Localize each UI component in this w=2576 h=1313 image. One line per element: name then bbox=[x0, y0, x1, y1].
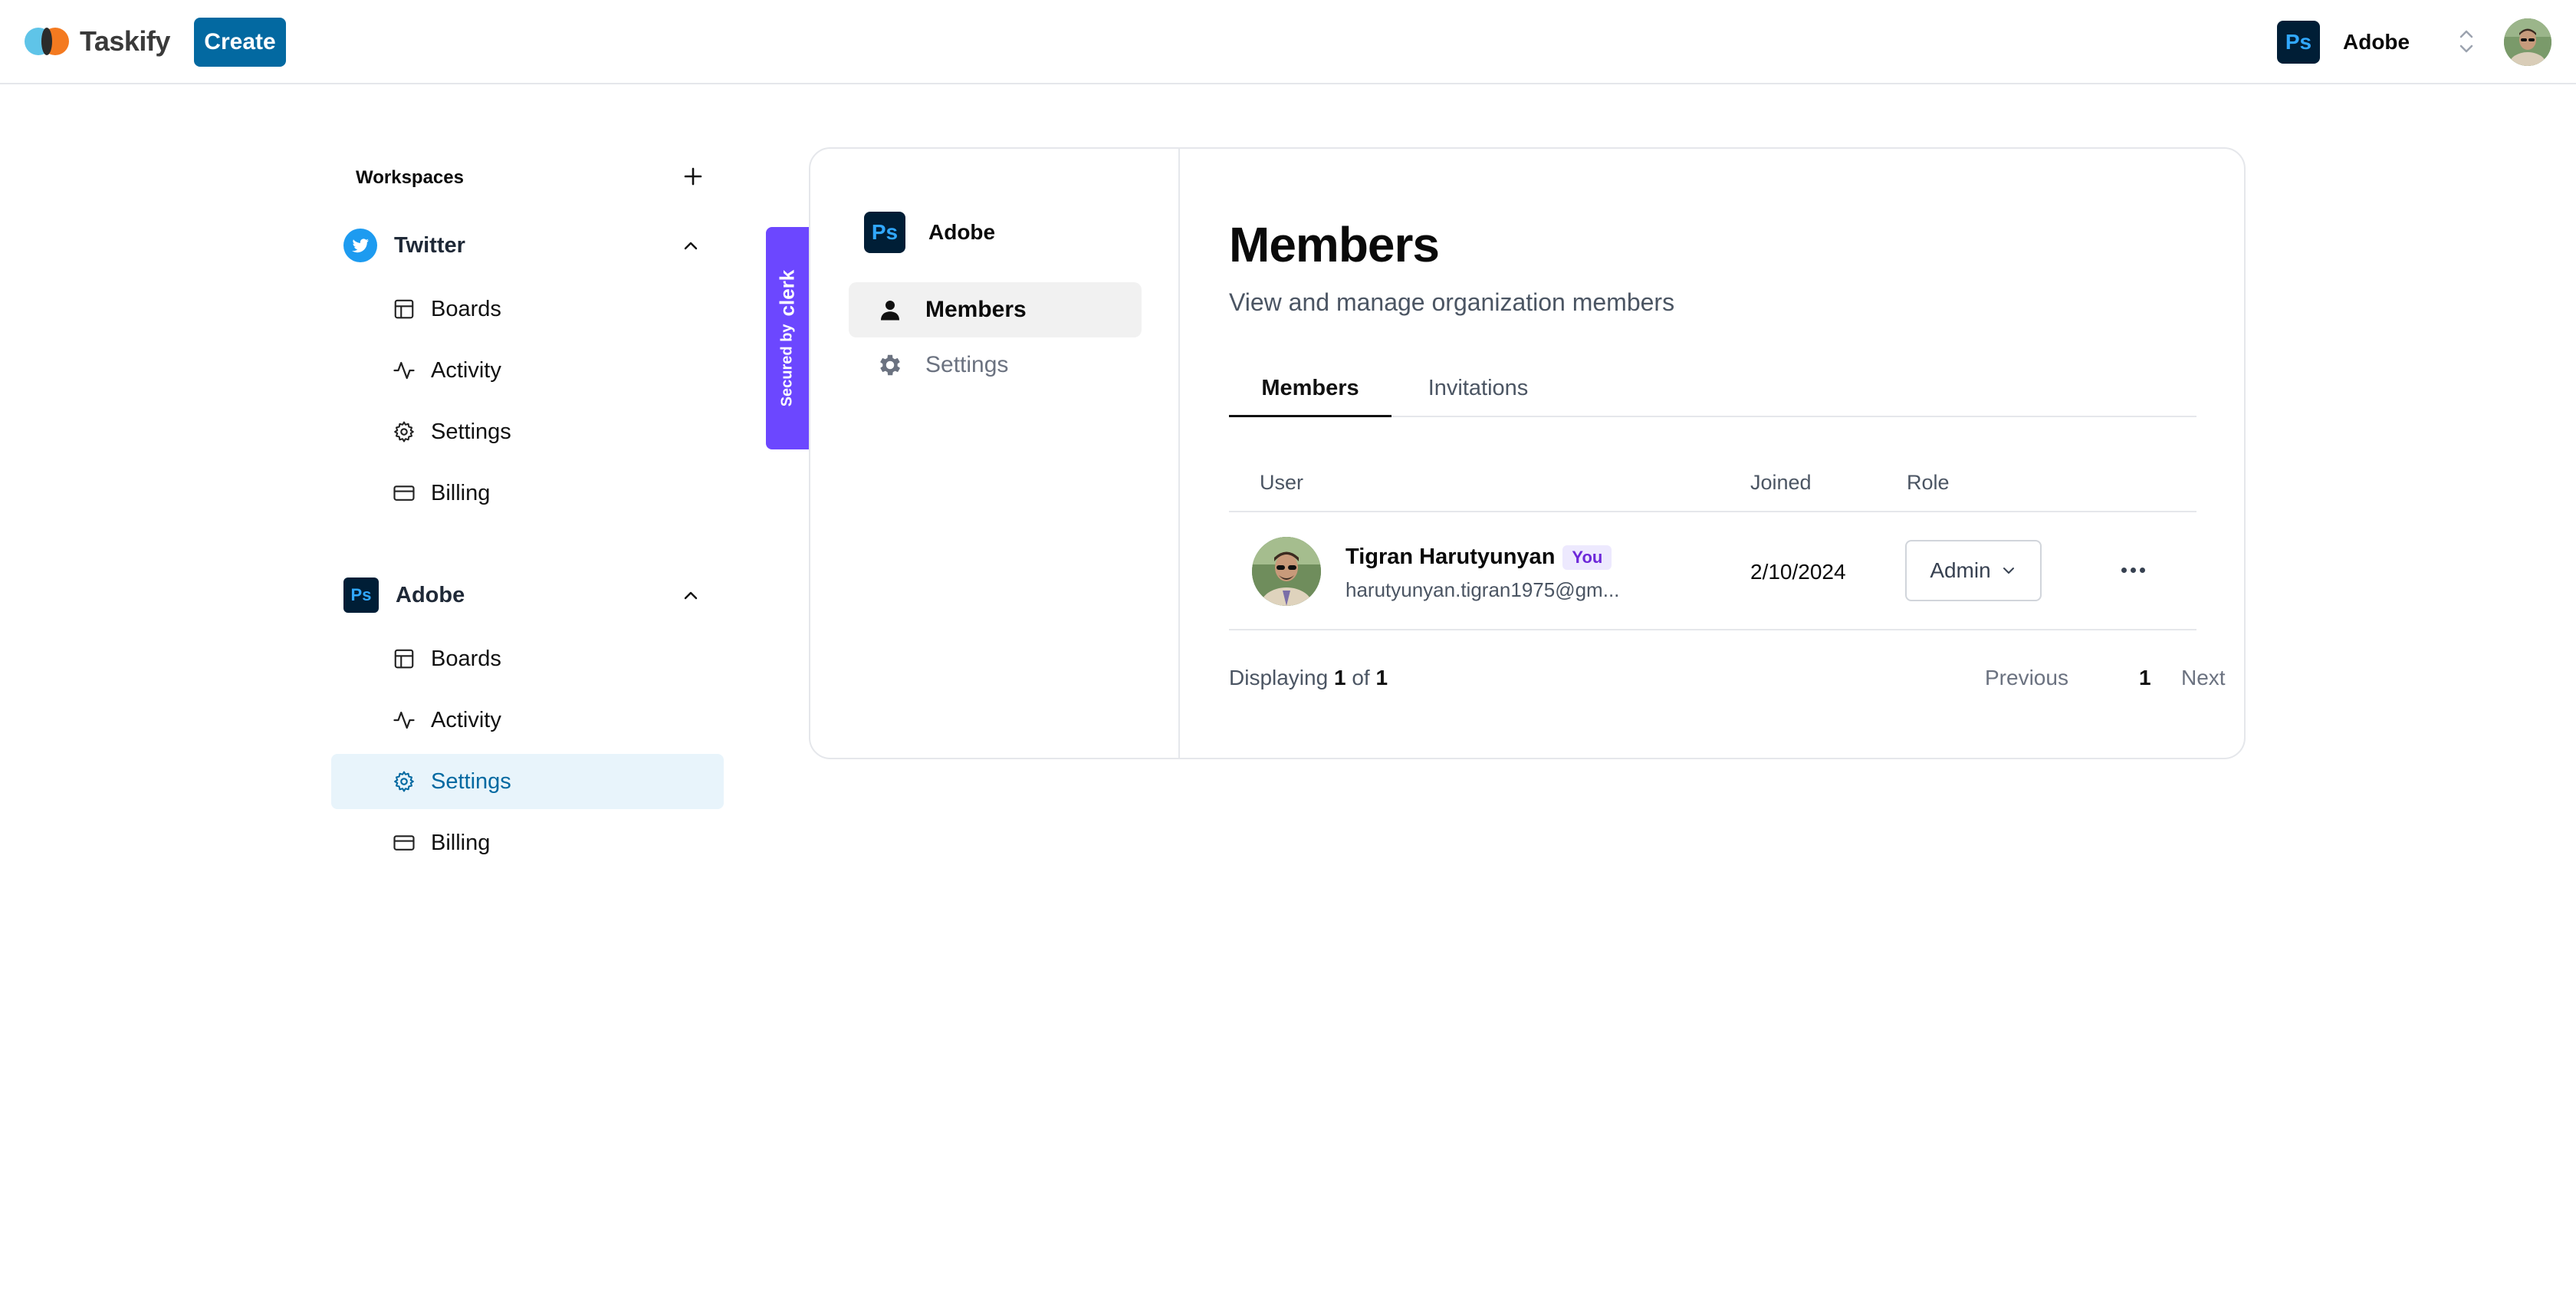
members-tabs: Members Invitations bbox=[1229, 371, 2196, 417]
user-avatar[interactable] bbox=[2504, 18, 2551, 66]
table-row: Tigran Harutyunyan You harutyunyan.tigra… bbox=[1229, 514, 2196, 630]
role-select[interactable]: Admin bbox=[1905, 540, 2042, 601]
organization-profile-card: Ps Adobe Members Settings Members View a… bbox=[809, 147, 2246, 759]
sidebar-item-label: Boards bbox=[431, 296, 501, 321]
sidebar-item-adobe-billing[interactable]: Billing bbox=[331, 815, 724, 870]
activity-icon bbox=[393, 359, 416, 382]
nav-item-label: Settings bbox=[925, 352, 1009, 377]
chevron-down-icon bbox=[2000, 562, 2017, 579]
secured-by-clerk-badge[interactable]: Secured by clerk bbox=[766, 227, 809, 449]
chevron-up-down-icon[interactable] bbox=[2457, 26, 2476, 57]
gear-icon bbox=[393, 770, 416, 793]
organization-name: Adobe bbox=[928, 220, 996, 244]
nav-item-settings[interactable]: Settings bbox=[849, 337, 1142, 393]
top-navbar: Taskify Create Ps Adobe bbox=[0, 0, 2576, 84]
sidebar-item-label: Settings bbox=[431, 419, 511, 444]
credit-card-icon bbox=[393, 831, 416, 854]
member-name-text: Tigran Harutyunyan bbox=[1346, 545, 1556, 569]
workspace-name: Adobe bbox=[396, 582, 465, 607]
organization-header: Ps Adobe bbox=[864, 212, 995, 253]
badge-prefix: Secured by bbox=[778, 324, 796, 407]
role-select-value: Admin bbox=[1930, 558, 1991, 582]
adobe-photoshop-logo: Ps bbox=[343, 578, 379, 613]
page-subtitle: View and manage organization members bbox=[1229, 288, 1675, 316]
clerk-logo: clerk bbox=[775, 269, 799, 317]
layout-icon bbox=[393, 298, 416, 321]
chevron-up-icon bbox=[681, 236, 701, 256]
sidebar-item-label: Billing bbox=[431, 480, 491, 505]
twitter-icon bbox=[343, 229, 377, 262]
sidebar-item-label: Activity bbox=[431, 357, 501, 383]
organization-name: Adobe bbox=[2343, 30, 2410, 54]
pagination-total: 1 bbox=[1375, 666, 1388, 689]
member-avatar bbox=[1252, 537, 1321, 606]
adobe-photoshop-logo: Ps bbox=[2277, 21, 2320, 64]
member-name: Tigran Harutyunyan You bbox=[1346, 545, 1612, 570]
taskify-logo-icon bbox=[25, 26, 71, 57]
sidebar-item-label: Settings bbox=[431, 768, 511, 794]
organization-switcher[interactable]: Ps Adobe bbox=[2277, 21, 2410, 64]
previous-page-button[interactable]: Previous bbox=[1985, 666, 2068, 690]
workspace-toggle-adobe[interactable]: Ps Adobe bbox=[343, 572, 711, 618]
activity-icon bbox=[393, 709, 416, 732]
next-page-button[interactable]: Next bbox=[2181, 666, 2226, 690]
sidebar-item-label: Boards bbox=[431, 646, 501, 671]
sidebar-item-adobe-boards[interactable]: Boards bbox=[331, 631, 724, 686]
more-options-icon[interactable] bbox=[2117, 558, 2149, 581]
sidebar-item-label: Activity bbox=[431, 707, 501, 732]
sidebar-item-label: Billing bbox=[431, 830, 491, 855]
workspace-toggle-twitter[interactable]: Twitter bbox=[343, 222, 711, 268]
sidebar-item-twitter-settings[interactable]: Settings bbox=[331, 404, 724, 459]
gear-icon bbox=[876, 351, 904, 379]
sidebar-item-adobe-activity[interactable]: Activity bbox=[331, 693, 724, 748]
members-table-header: User Joined Role bbox=[1229, 466, 2196, 512]
brand-name: Taskify bbox=[80, 25, 170, 57]
column-header-user: User bbox=[1260, 471, 1304, 494]
column-header-role: Role bbox=[1907, 471, 1950, 494]
page-title: Members bbox=[1229, 217, 1440, 272]
pagination-of: of bbox=[1352, 666, 1370, 689]
member-joined-date: 2/10/2024 bbox=[1750, 560, 1846, 584]
create-button[interactable]: Create bbox=[194, 18, 286, 67]
user-icon bbox=[876, 296, 904, 324]
layout-icon bbox=[393, 647, 416, 670]
nav-item-label: Members bbox=[925, 297, 1027, 322]
workspaces-heading: Workspaces bbox=[356, 167, 464, 188]
taskify-logo[interactable]: Taskify bbox=[25, 25, 170, 58]
nav-item-members[interactable]: Members bbox=[849, 282, 1142, 337]
organization-profile-nav: Ps Adobe Members Settings bbox=[810, 149, 1180, 758]
adobe-photoshop-logo: Ps bbox=[864, 212, 905, 253]
column-header-joined: Joined bbox=[1750, 471, 1812, 494]
page-number-button[interactable]: 1 bbox=[2139, 666, 2151, 690]
sidebar-item-twitter-activity[interactable]: Activity bbox=[331, 343, 724, 398]
pagination-summary: Displaying 1 of 1 bbox=[1229, 666, 1388, 690]
pagination-prefix: Displaying bbox=[1229, 666, 1329, 689]
gear-icon bbox=[393, 420, 416, 443]
you-badge: You bbox=[1562, 545, 1612, 570]
sidebar-item-twitter-boards[interactable]: Boards bbox=[331, 281, 724, 337]
pagination-current: 1 bbox=[1333, 666, 1346, 689]
member-email: harutyunyan.tigran1975@gm... bbox=[1346, 578, 1620, 601]
members-page: Members View and manage organization mem… bbox=[1180, 149, 2246, 758]
credit-card-icon bbox=[393, 482, 416, 505]
sidebar-item-twitter-billing[interactable]: Billing bbox=[331, 466, 724, 521]
workspace-name: Twitter bbox=[394, 232, 465, 258]
chevron-up-icon bbox=[681, 586, 701, 606]
tab-invitations[interactable]: Invitations bbox=[1392, 371, 1565, 417]
sidebar-item-adobe-settings[interactable]: Settings bbox=[331, 754, 724, 809]
plus-icon[interactable] bbox=[678, 161, 708, 192]
tab-members[interactable]: Members bbox=[1229, 371, 1392, 417]
